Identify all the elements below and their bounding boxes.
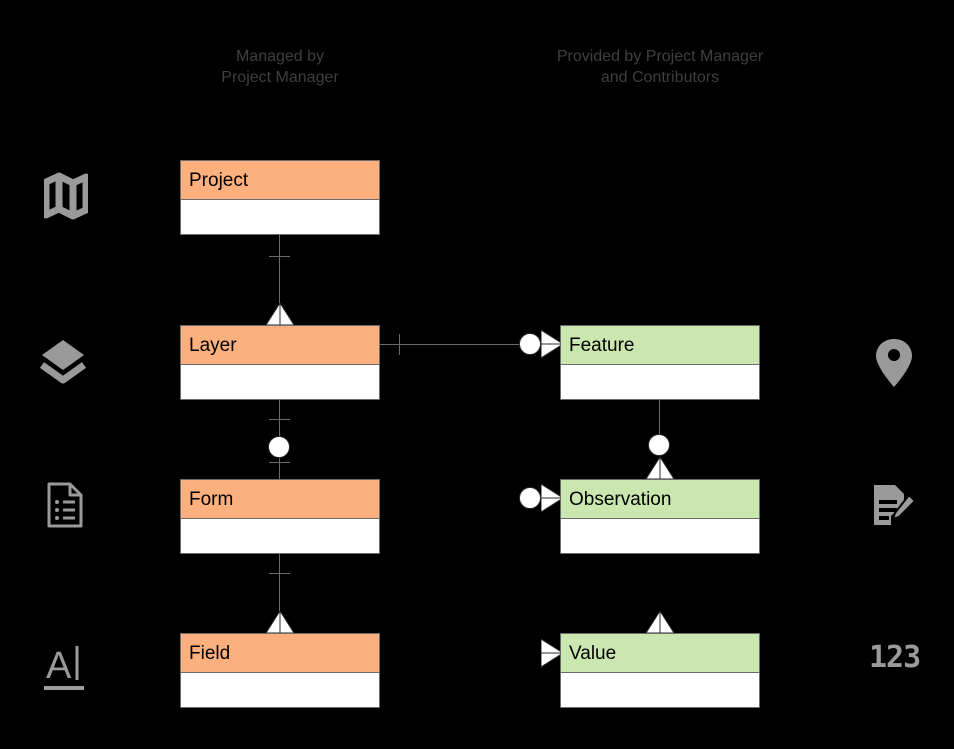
entity-value-title: Value: [561, 634, 759, 673]
entity-project[interactable]: Project: [180, 160, 380, 235]
entity-observation-title: Observation: [561, 480, 759, 519]
text-cursor-icon: A: [42, 642, 86, 692]
numbers-icon: 123: [869, 640, 921, 675]
entity-project-body: [181, 200, 379, 234]
connector-layer-feature: [380, 344, 542, 345]
cardinality-one-form-layer: [269, 462, 290, 463]
entity-layer-title: Layer: [181, 326, 379, 365]
entity-form-body: [181, 519, 379, 553]
entity-field-title: Field: [181, 634, 379, 673]
document-list-icon: [46, 481, 84, 529]
entity-observation-body: [561, 519, 759, 553]
cardinality-zero-layer-feature: [519, 333, 541, 355]
entity-project-title: Project: [181, 161, 379, 200]
cardinality-one-project-layer: [269, 256, 290, 257]
cardinality-zero-observation-left: [519, 487, 541, 509]
cardinality-many-observation-value: [644, 611, 676, 634]
entity-feature[interactable]: Feature: [560, 325, 760, 400]
map-pin-icon: [874, 337, 914, 389]
entity-layer[interactable]: Layer: [180, 325, 380, 400]
entity-observation[interactable]: Observation: [560, 479, 760, 554]
entity-value-body: [561, 673, 759, 707]
cardinality-zero-layer-form: [268, 436, 290, 458]
entity-form[interactable]: Form: [180, 479, 380, 554]
entity-field[interactable]: Field: [180, 633, 380, 708]
entity-feature-title: Feature: [561, 326, 759, 365]
layers-icon: [40, 338, 86, 386]
entity-field-body: [181, 673, 379, 707]
cardinality-many-form-field: [264, 611, 296, 634]
column-header-provided: Provided by Project Manager and Contribu…: [556, 48, 764, 86]
cardinality-zero-feature-observation: [648, 434, 670, 456]
cardinality-one-form-field: [269, 573, 290, 574]
cardinality-many-feature-observation: [644, 457, 676, 480]
document-edit-icon: [871, 483, 917, 529]
diagram-canvas: Managed by Project Manager Provided by P…: [0, 0, 954, 749]
entity-feature-body: [561, 365, 759, 399]
entity-form-title: Form: [181, 480, 379, 519]
cardinality-one-layer-form: [269, 419, 290, 420]
svg-text:A: A: [46, 645, 72, 687]
entity-layer-body: [181, 365, 379, 399]
entity-value[interactable]: Value: [560, 633, 760, 708]
cardinality-one-layer-feature: [399, 334, 400, 355]
cardinality-many-project-layer: [264, 303, 296, 326]
connector-feature-observation: [659, 400, 660, 434]
column-header-managed: Managed by Project Manager: [221, 48, 339, 86]
map-icon: [44, 172, 88, 220]
